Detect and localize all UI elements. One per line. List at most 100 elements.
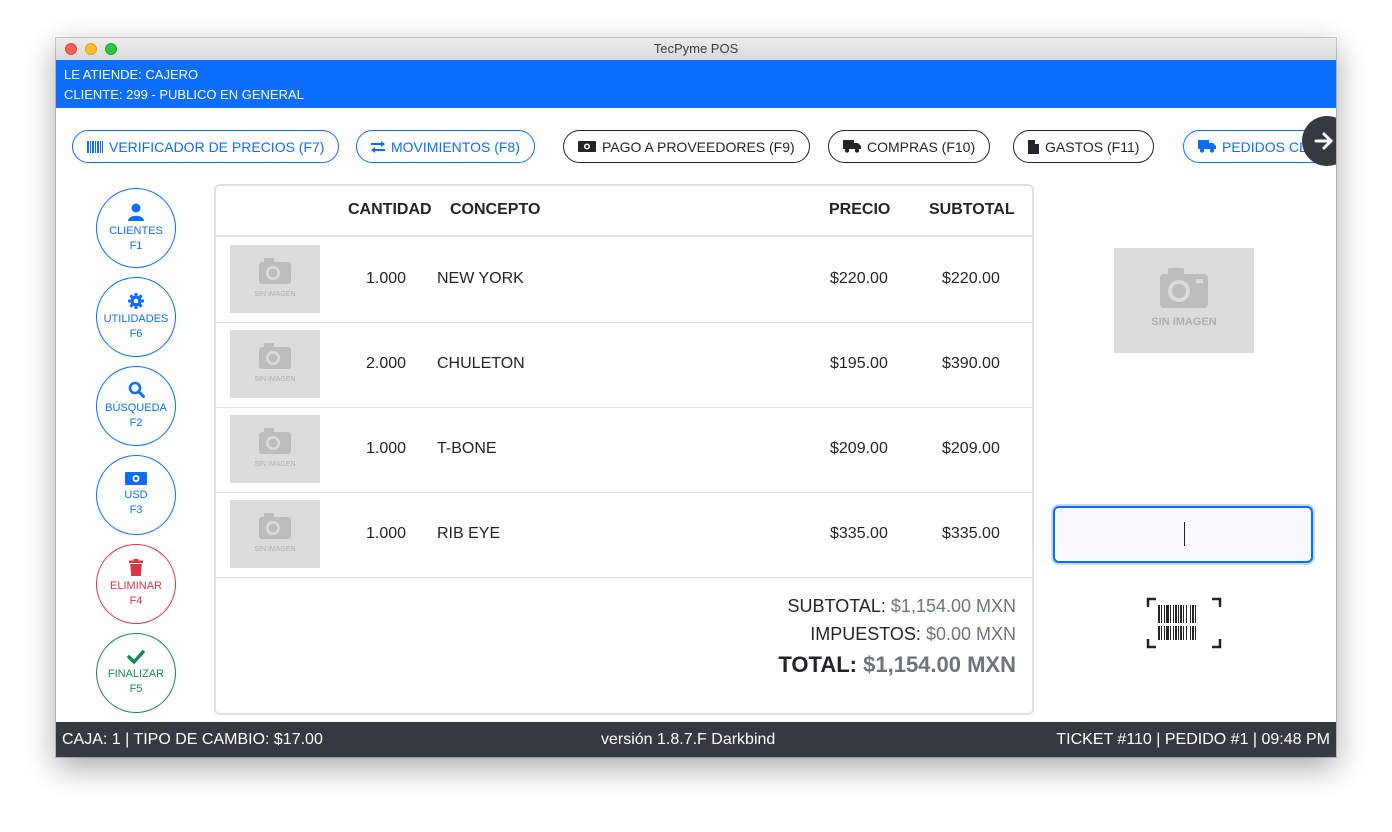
- row-concept: NEW YORK: [437, 270, 524, 287]
- row-subtotal: $220.00: [942, 270, 1000, 287]
- row-price: $335.00: [830, 525, 888, 542]
- barcode-input[interactable]: [1053, 506, 1313, 563]
- header-quantity: CANTIDAD: [348, 201, 432, 218]
- usd-key: F3: [129, 504, 143, 516]
- tax-value: $0.00 MXN: [925, 624, 1016, 644]
- utilities-label: UTILIDADES: [103, 312, 169, 325]
- product-thumbnail: SIN IMAGEN: [230, 330, 320, 398]
- table-row[interactable]: SIN IMAGEN 1.000 RIB EYE $335.00 $335.00: [216, 492, 1032, 578]
- subtotal-line: SUBTOTAL: $1,154.00 MXN: [788, 596, 1016, 617]
- row-concept: T-BONE: [437, 440, 497, 457]
- thumbnail-no-image-text: SIN IMAGEN: [254, 546, 295, 553]
- row-quantity: 1.000: [366, 270, 407, 287]
- total-line: TOTAL: $1,154.00 MXN: [778, 652, 1016, 678]
- row-price: $209.00: [830, 440, 888, 457]
- exchange-icon: [371, 140, 385, 153]
- price-checker-button[interactable]: VERIFICADOR DE PRECIOS (F7): [72, 130, 340, 163]
- clients-button[interactable]: CLIENTES F1: [96, 188, 176, 268]
- customer-orders-label: PEDIDOS CLI: [1222, 138, 1311, 155]
- header-subtotal: SUBTOTAL: [929, 201, 1015, 218]
- supplier-payment-button[interactable]: PAGO A PROVEEDORES (F9): [563, 130, 810, 163]
- expenses-button[interactable]: GASTOS (F11): [1013, 130, 1155, 163]
- clients-label: CLIENTES: [109, 224, 163, 237]
- search-label: BÚSQUEDA: [105, 402, 167, 414]
- search-key: F2: [129, 417, 143, 429]
- barcode-icon: [87, 140, 103, 153]
- product-thumbnail: SIN IMAGEN: [230, 500, 320, 568]
- preview-no-image-text: SIN IMAGEN: [1151, 316, 1216, 328]
- window-title: TecPyme POS: [653, 41, 739, 56]
- row-quantity: 1.000: [366, 440, 407, 457]
- attendant-label: LE ATIENDE: CAJERO: [64, 67, 199, 82]
- status-register: CAJA: 1 | TIPO DE CAMBIO: $17.00: [62, 731, 323, 748]
- money-icon: [125, 472, 147, 485]
- finish-key: F5: [129, 682, 143, 695]
- truck-icon: [843, 140, 861, 153]
- sale-card: CANTIDAD CONCEPTO PRECIO SUBTOTAL SIN IM…: [214, 184, 1034, 715]
- status-bar: CAJA: 1 | TIPO DE CAMBIO: $17.00 versión…: [56, 722, 1336, 757]
- finish-button[interactable]: FINALIZAR F5: [96, 633, 176, 713]
- price-checker-label: VERIFICADOR DE PRECIOS (F7): [109, 138, 325, 155]
- usd-button[interactable]: USD F3: [96, 455, 176, 535]
- row-subtotal: $335.00: [942, 525, 1000, 542]
- file-icon: [1028, 139, 1039, 154]
- text-caret: [1184, 522, 1185, 546]
- subtotal-label: SUBTOTAL:: [787, 596, 886, 616]
- expenses-label: GASTOS (F11): [1045, 138, 1140, 155]
- clients-key: F1: [129, 239, 143, 252]
- purchases-button[interactable]: COMPRAS (F10): [828, 130, 991, 163]
- truck-icon: [1198, 140, 1216, 153]
- purchases-label: COMPRAS (F10): [867, 138, 976, 155]
- thumbnail-no-image-text: SIN IMAGEN: [254, 376, 295, 383]
- delete-label: ELIMINAR: [110, 580, 162, 592]
- product-preview-image: SIN IMAGEN: [1114, 248, 1254, 353]
- utilities-button[interactable]: UTILIDADES F6: [96, 277, 176, 357]
- usd-label: USD: [124, 489, 148, 501]
- movements-label: MOVIMIENTOS (F8): [391, 138, 520, 155]
- header-price: PRECIO: [829, 201, 891, 218]
- utilities-key: F6: [129, 327, 143, 340]
- supplier-payment-label: PAGO A PROVEEDORES (F9): [602, 138, 795, 155]
- arrow-right-icon: [1314, 132, 1333, 150]
- row-price: $195.00: [830, 355, 888, 372]
- total-value: $1,154.00 MXN: [863, 652, 1016, 677]
- row-price: $220.00: [830, 270, 888, 287]
- row-subtotal: $390.00: [942, 355, 1000, 372]
- trash-icon: [129, 559, 143, 576]
- tax-line: IMPUESTOS: $0.00 MXN: [810, 624, 1016, 645]
- app-window: TecPyme POS LE ATIENDE: CAJERO CLIENTE: …: [56, 38, 1336, 757]
- thumbnail-no-image-text: SIN IMAGEN: [254, 461, 295, 468]
- camera-icon: SIN IMAGEN: [1151, 268, 1217, 328]
- header-concept: CONCEPTO: [450, 201, 541, 218]
- delete-button[interactable]: ELIMINAR F4: [96, 544, 176, 624]
- check-icon: [127, 649, 145, 664]
- table-row[interactable]: SIN IMAGEN 2.000 CHULETON $195.00 $390.00: [216, 322, 1032, 408]
- subtotal-value: $1,154.00 MXN: [890, 596, 1016, 616]
- thumbnail-no-image-text: SIN IMAGEN: [254, 291, 295, 298]
- barcode-scanner-icon[interactable]: [1146, 597, 1222, 654]
- table-row[interactable]: SIN IMAGEN 1.000 NEW YORK $220.00 $220.00: [216, 237, 1032, 323]
- user-icon: [128, 203, 144, 221]
- delete-key: F4: [129, 595, 143, 607]
- table-row[interactable]: SIN IMAGEN 1.000 T-BONE $209.00 $209.00: [216, 407, 1032, 493]
- search-button[interactable]: BÚSQUEDA F2: [96, 366, 176, 446]
- row-concept: RIB EYE: [437, 525, 501, 542]
- product-thumbnail: SIN IMAGEN: [230, 245, 320, 313]
- product-thumbnail: SIN IMAGEN: [230, 415, 320, 483]
- title-bar: TecPyme POS: [56, 38, 1336, 61]
- row-subtotal: $209.00: [942, 440, 1000, 457]
- total-label: TOTAL:: [778, 652, 857, 677]
- status-ticket: TICKET #110 | PEDIDO #1 | 09:48 PM: [1056, 731, 1330, 748]
- row-concept: CHULETON: [437, 355, 525, 372]
- table-header: CANTIDAD CONCEPTO PRECIO SUBTOTAL: [216, 186, 1032, 237]
- row-quantity: 2.000: [366, 355, 407, 372]
- movements-button[interactable]: MOVIMIENTOS (F8): [356, 130, 535, 163]
- session-info-bar: LE ATIENDE: CAJERO CLIENTE: 299 - PUBLIC…: [56, 60, 1336, 108]
- client-label: CLIENTE: 299 - PUBLICO EN GENERAL: [64, 87, 304, 102]
- status-version: versión 1.8.7.F Darkbind: [601, 731, 776, 748]
- finish-label: FINALIZAR: [107, 667, 165, 680]
- search-icon: [128, 381, 145, 398]
- tax-label: IMPUESTOS:: [810, 624, 921, 644]
- gear-icon: [128, 292, 144, 309]
- row-quantity: 1.000: [366, 525, 407, 542]
